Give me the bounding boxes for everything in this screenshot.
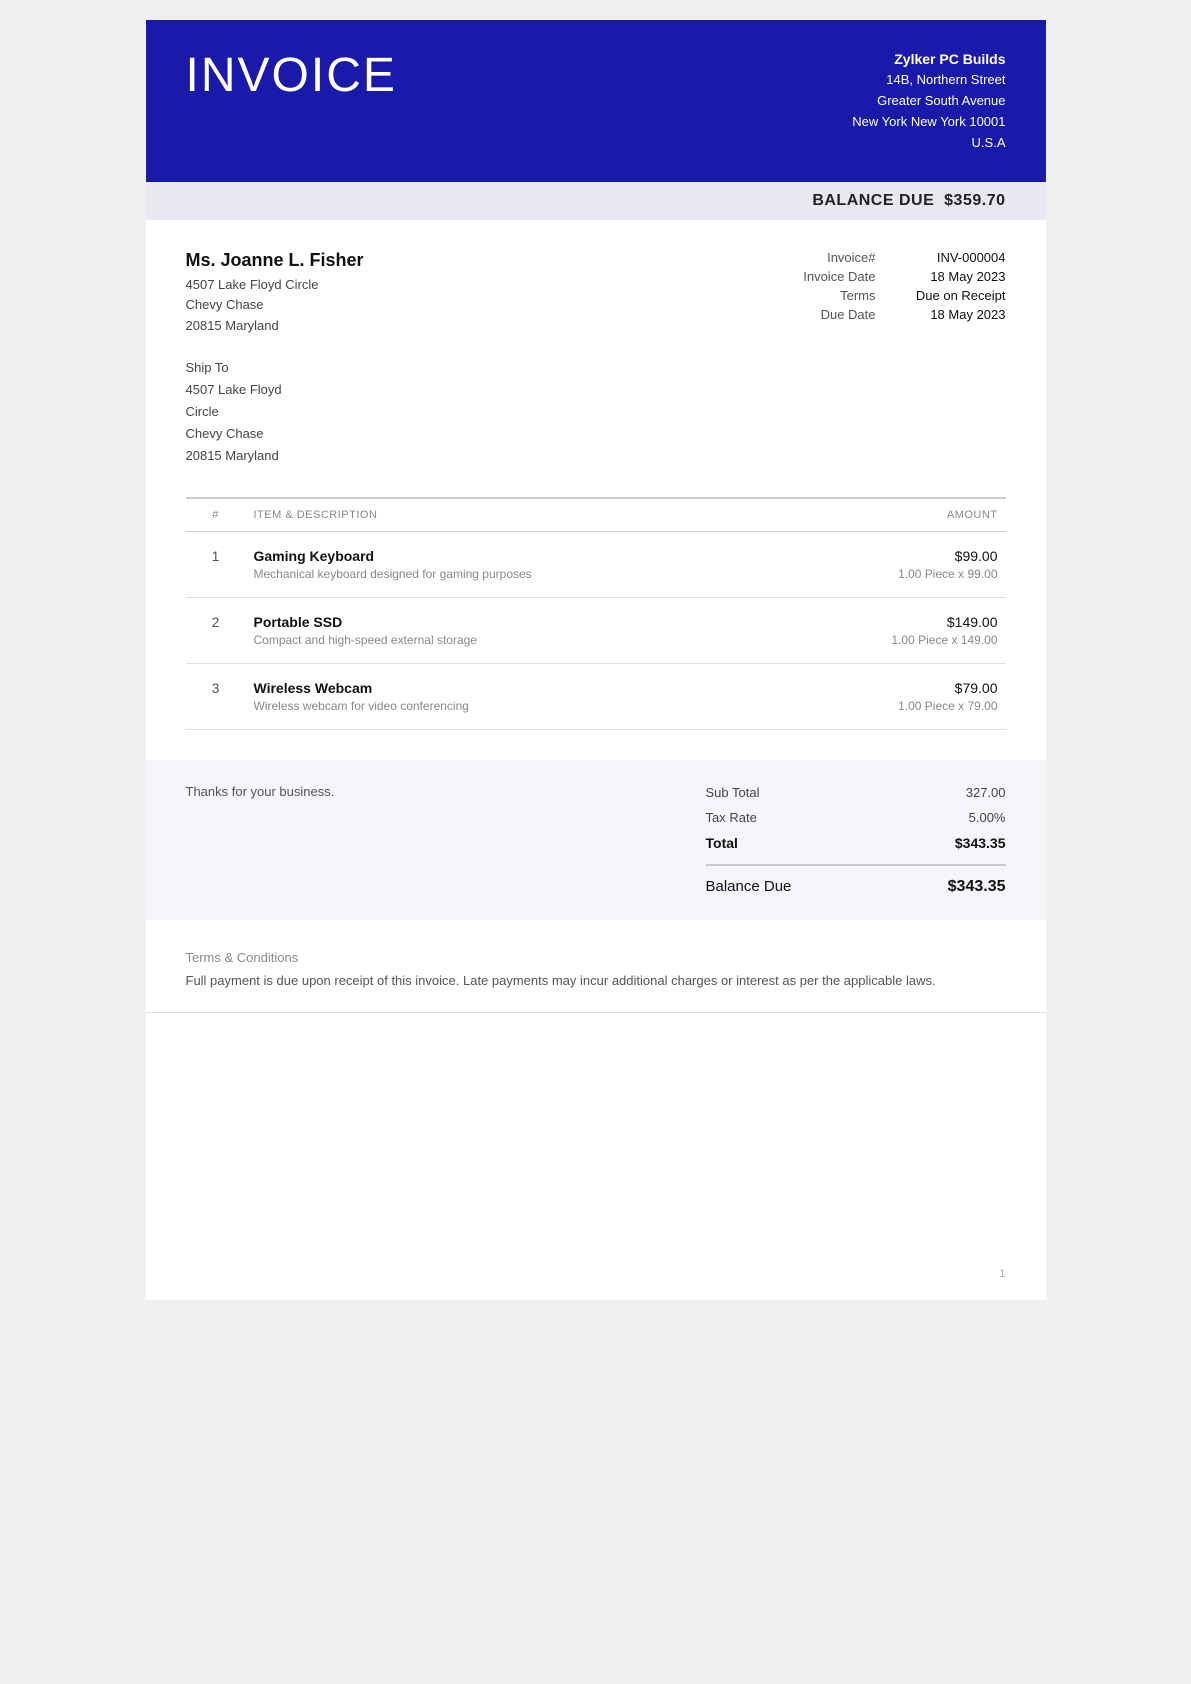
table-row: 3 Wireless Webcam Wireless webcam for vi… (186, 664, 1006, 730)
items-table: # ITEM & DESCRIPTION AMOUNT 1 Gaming Key… (186, 497, 1006, 730)
balance-due-amount: $359.70 (944, 192, 1005, 209)
item-description: Compact and high-speed external storage (254, 633, 775, 647)
invoice-date-label: Invoice Date (786, 269, 876, 284)
balance-final-label: Balance Due (706, 878, 792, 896)
due-date-label: Due Date (786, 307, 876, 322)
balance-final-value: $343.35 (948, 878, 1006, 896)
item-description: Mechanical keyboard designed for gaming … (254, 567, 775, 581)
item-name: Gaming Keyboard (254, 548, 775, 564)
invoice-num-value: INV-000004 (896, 250, 1006, 265)
ship-to-line1: 4507 Lake Floyd (186, 379, 1006, 401)
balance-due-row: Balance Due $343.35 (706, 864, 1006, 896)
invoice-page: INVOICE Zylker PC Builds 14B, Northern S… (146, 20, 1046, 1300)
total-row: Total $343.35 (706, 830, 1006, 856)
table-col-amount: AMOUNT (783, 498, 1006, 532)
amount-detail: 1.00 Piece x 79.00 (791, 699, 998, 713)
billing-section: Ms. Joanne L. Fisher 4507 Lake Floyd Cir… (186, 250, 1006, 337)
bill-to-name: Ms. Joanne L. Fisher (186, 250, 726, 271)
bill-address-line1: 4507 Lake Floyd Circle (186, 275, 726, 296)
bill-address-line2: Chevy Chase (186, 295, 726, 316)
item-desc: Wireless Webcam Wireless webcam for vide… (246, 664, 783, 730)
ship-to: Ship To 4507 Lake Floyd Circle Chevy Cha… (186, 357, 1006, 467)
company-address-line3: New York New York 10001 (852, 112, 1005, 133)
amount-detail: 1.00 Piece x 99.00 (791, 567, 998, 581)
item-num: 1 (186, 532, 246, 598)
amount-main: $99.00 (791, 548, 998, 564)
table-col-num: # (186, 498, 246, 532)
invoice-header: INVOICE Zylker PC Builds 14B, Northern S… (146, 20, 1046, 182)
ship-to-line2: Circle (186, 401, 1006, 423)
item-num: 2 (186, 598, 246, 664)
item-amount: $99.00 1.00 Piece x 99.00 (783, 532, 1006, 598)
terms-label: Terms (786, 288, 876, 303)
tax-value: 5.00% (906, 810, 1006, 825)
balance-due-label: BALANCE DUE (812, 192, 934, 209)
item-name: Wireless Webcam (254, 680, 775, 696)
company-address-line4: U.S.A (852, 133, 1005, 154)
ship-to-label: Ship To (186, 357, 1006, 379)
meta-terms-row: Terms Due on Receipt (726, 288, 1006, 303)
company-address-line1: 14B, Northern Street (852, 70, 1005, 91)
meta-date-row: Invoice Date 18 May 2023 (726, 269, 1006, 284)
total-label: Total (706, 835, 826, 851)
item-amount: $149.00 1.00 Piece x 149.00 (783, 598, 1006, 664)
amount-main: $79.00 (791, 680, 998, 696)
totals: Sub Total 327.00 Tax Rate 5.00% Total $3… (706, 780, 1006, 896)
table-row: 2 Portable SSD Compact and high-speed ex… (186, 598, 1006, 664)
ship-to-line3: Chevy Chase (186, 423, 1006, 445)
item-desc: Portable SSD Compact and high-speed exte… (246, 598, 783, 664)
tax-label: Tax Rate (706, 810, 826, 825)
meta-invoice-row: Invoice# INV-000004 (726, 250, 1006, 265)
meta-due-row: Due Date 18 May 2023 (726, 307, 1006, 322)
terms-title: Terms & Conditions (186, 950, 1006, 965)
tax-row: Tax Rate 5.00% (706, 805, 1006, 830)
company-info: Zylker PC Builds 14B, Northern Street Gr… (852, 48, 1005, 154)
table-col-desc: ITEM & DESCRIPTION (246, 498, 783, 532)
invoice-num-label: Invoice# (786, 250, 876, 265)
item-amount: $79.00 1.00 Piece x 79.00 (783, 664, 1006, 730)
terms-value: Due on Receipt (896, 288, 1006, 303)
page-number: 1 (999, 1268, 1005, 1280)
total-value: $343.35 (906, 835, 1006, 851)
bill-address-line3: 20815 Maryland (186, 316, 726, 337)
thanks-message: Thanks for your business. (186, 780, 335, 799)
amount-main: $149.00 (791, 614, 998, 630)
invoice-title: INVOICE (186, 48, 397, 103)
item-description: Wireless webcam for video conferencing (254, 699, 775, 713)
ship-to-line4: 20815 Maryland (186, 445, 1006, 467)
terms-section: Terms & Conditions Full payment is due u… (146, 920, 1046, 1012)
bill-to: Ms. Joanne L. Fisher 4507 Lake Floyd Cir… (186, 250, 726, 337)
item-desc: Gaming Keyboard Mechanical keyboard desi… (246, 532, 783, 598)
balance-banner: BALANCE DUE $359.70 (146, 182, 1046, 220)
due-date-value: 18 May 2023 (896, 307, 1006, 322)
table-row: 1 Gaming Keyboard Mechanical keyboard de… (186, 532, 1006, 598)
amount-detail: 1.00 Piece x 149.00 (791, 633, 998, 647)
subtotal-value: 327.00 (906, 785, 1006, 800)
invoice-date-value: 18 May 2023 (896, 269, 1006, 284)
company-name: Zylker PC Builds (852, 48, 1005, 70)
main-content: Ms. Joanne L. Fisher 4507 Lake Floyd Cir… (146, 220, 1046, 761)
subtotal-row: Sub Total 327.00 (706, 780, 1006, 805)
item-num: 3 (186, 664, 246, 730)
footer-section: Thanks for your business. Sub Total 327.… (146, 760, 1046, 920)
item-name: Portable SSD (254, 614, 775, 630)
bill-to-address: 4507 Lake Floyd Circle Chevy Chase 20815… (186, 275, 726, 337)
subtotal-label: Sub Total (706, 785, 826, 800)
bottom-divider (146, 1012, 1046, 1013)
company-address-line2: Greater South Avenue (852, 91, 1005, 112)
invoice-meta: Invoice# INV-000004 Invoice Date 18 May … (726, 250, 1006, 337)
terms-text: Full payment is due upon receipt of this… (186, 971, 1006, 992)
